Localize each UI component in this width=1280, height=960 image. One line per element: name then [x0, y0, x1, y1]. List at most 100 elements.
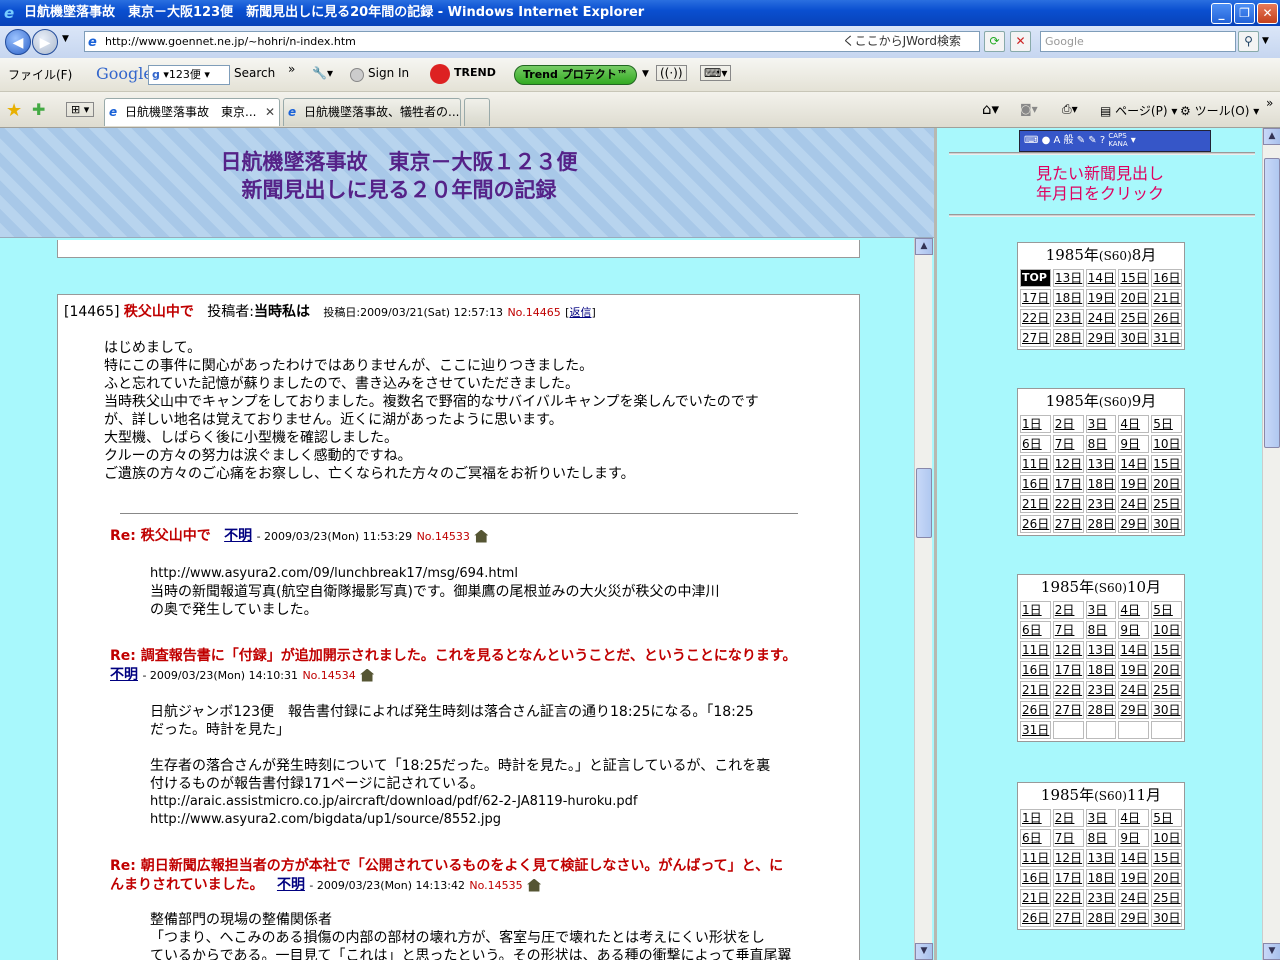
calendar-day-link[interactable]: 6日 [1020, 829, 1051, 847]
calendar-day-link[interactable]: 28日 [1085, 515, 1117, 533]
calendar-day-link[interactable]: 10日 [1151, 435, 1182, 453]
calendar-day-link[interactable]: 28日 [1085, 701, 1117, 719]
address-bar[interactable]: e http://www.goennet.ne.jp/~hohri/n-inde… [84, 31, 980, 52]
calendar-day-link[interactable]: 27日 [1052, 701, 1084, 719]
calendar-day-link[interactable]: 4日 [1118, 809, 1150, 827]
calendar-day-link[interactable]: 4日 [1118, 415, 1150, 433]
calendar-day-link[interactable]: 12日 [1052, 455, 1084, 473]
calendar-day-link[interactable]: 16日 [1020, 661, 1051, 679]
print-icon[interactable]: ⎙▾ [1062, 102, 1078, 117]
right-frame-scrollbar[interactable]: ▲ ▼ [1262, 128, 1280, 960]
calendar-day-link[interactable]: 15日 [1151, 849, 1182, 867]
calendar-day-link[interactable]: 23日 [1052, 309, 1084, 327]
trend-dropdown-icon[interactable]: ▼ [642, 69, 649, 79]
calendar-day-link[interactable]: 24日 [1118, 889, 1150, 907]
calendar-day-link[interactable]: 18日 [1052, 289, 1084, 307]
calendar-day-link[interactable]: 24日 [1085, 309, 1117, 327]
wrench-icon[interactable]: 🔧▾ [312, 66, 333, 80]
calendar-day-link[interactable]: 2日 [1052, 809, 1084, 827]
tools-menu[interactable]: ⚙ ツール(O) ▾ [1180, 102, 1259, 119]
calendar-day-link[interactable]: 5日 [1151, 601, 1182, 619]
keyboard-icon[interactable]: ⌨▾ [700, 65, 732, 81]
tab-close-icon[interactable]: ✕ [265, 99, 275, 125]
calendar-day-link[interactable]: 21日 [1151, 289, 1182, 307]
reply-link[interactable]: 返信 [569, 306, 591, 319]
calendar-day-link[interactable]: 15日 [1151, 641, 1182, 659]
search-input[interactable]: Google [1040, 31, 1236, 52]
calendar-day-link[interactable]: 25日 [1151, 495, 1182, 513]
reply-author-link[interactable]: 不明 [224, 528, 252, 544]
tab-active[interactable]: e 日航機墜落事故 東京... ✕ [104, 98, 280, 126]
calendar-day-link[interactable]: 12日 [1052, 641, 1084, 659]
calendar-day-link[interactable]: 19日 [1118, 869, 1150, 887]
calendar-day-link[interactable]: 14日 [1085, 269, 1117, 287]
calendar-day-link[interactable]: 21日 [1020, 681, 1051, 699]
calendar-day-link[interactable]: 26日 [1020, 515, 1051, 533]
calendar-day-link[interactable]: 22日 [1052, 889, 1084, 907]
calendar-day-link[interactable]: 29日 [1118, 515, 1150, 533]
calendar-day-link[interactable]: 26日 [1020, 909, 1051, 927]
google-search-button[interactable]: Search [234, 66, 275, 80]
calendar-day-link[interactable]: 8日 [1085, 435, 1117, 453]
calendar-day-link[interactable]: 16日 [1151, 269, 1182, 287]
calendar-day-link[interactable]: 16日 [1020, 475, 1051, 493]
scroll-thumb[interactable] [916, 468, 932, 538]
calendar-day-link[interactable]: 6日 [1020, 621, 1051, 639]
calendar-day-link[interactable]: 11日 [1020, 641, 1051, 659]
calendar-day-link[interactable]: 14日 [1118, 455, 1150, 473]
search-icon[interactable]: ⚲ [1238, 31, 1259, 52]
calendar-day-link[interactable]: 30日 [1151, 701, 1182, 719]
refresh-icon[interactable]: ⟳ [984, 31, 1005, 52]
calendar-day-link[interactable]: 8日 [1085, 621, 1117, 639]
jword-search-label[interactable]: くここからJWord検索 [843, 32, 961, 51]
calendar-day-link[interactable]: 7日 [1052, 621, 1084, 639]
calendar-day-link[interactable]: 20日 [1118, 289, 1150, 307]
scroll-down-arrow-icon[interactable]: ▼ [1263, 943, 1280, 960]
reply-author-link[interactable]: 不明 [110, 667, 138, 683]
scroll-down-arrow-icon[interactable]: ▼ [915, 943, 933, 960]
calendar-day-link[interactable]: 21日 [1020, 889, 1051, 907]
calendar-day-link[interactable]: 18日 [1085, 661, 1117, 679]
calendar-day-link[interactable]: 5日 [1151, 415, 1182, 433]
calendar-day-link[interactable]: 30日 [1151, 515, 1182, 533]
calendar-day-link[interactable]: 22日 [1052, 681, 1084, 699]
calendar-day-link[interactable]: 13日 [1085, 849, 1117, 867]
calendar-day-link[interactable]: 21日 [1020, 495, 1051, 513]
calendar-day-link[interactable]: 29日 [1085, 329, 1117, 347]
calendar-day-link[interactable]: 19日 [1118, 661, 1150, 679]
calendar-day-link[interactable]: 17日 [1020, 289, 1051, 307]
home-link-icon[interactable] [360, 668, 375, 682]
calendar-day-link[interactable]: 7日 [1052, 829, 1084, 847]
calendar-day-link[interactable]: 24日 [1118, 495, 1150, 513]
calendar-day-link[interactable]: 6日 [1020, 435, 1051, 453]
forward-button[interactable]: ▶ [32, 29, 58, 55]
calendar-day-link[interactable]: 10日 [1151, 829, 1182, 847]
calendar-day-link[interactable]: 9日 [1118, 435, 1150, 453]
calendar-day-link[interactable]: 24日 [1118, 681, 1150, 699]
calendar-day-link[interactable]: 16日 [1020, 869, 1051, 887]
calendar-day-link[interactable]: 20日 [1151, 475, 1182, 493]
calendar-day-link[interactable]: 25日 [1118, 309, 1150, 327]
calendar-day-link[interactable]: 1日 [1020, 415, 1051, 433]
calendar-day-link[interactable]: 18日 [1085, 869, 1117, 887]
trend-protect-button[interactable]: Trend プロテクト™ [514, 65, 637, 85]
calendar-day-link[interactable]: 15日 [1151, 455, 1182, 473]
calendar-day-link[interactable]: 13日 [1052, 269, 1084, 287]
calendar-day-link[interactable]: 26日 [1020, 701, 1051, 719]
calendar-day-link[interactable]: 28日 [1052, 329, 1084, 347]
language-bar[interactable]: ⌨ ● A 般 ✎ ✎ ? CAPS KANA ▾ [1019, 130, 1211, 152]
home-link-icon[interactable] [474, 529, 489, 543]
left-frame-scrollbar[interactable]: ▲ ▼ [914, 238, 933, 960]
calendar-day-link[interactable]: 2日 [1052, 415, 1084, 433]
calendar-day-link[interactable]: 5日 [1151, 809, 1182, 827]
calendar-day-link[interactable]: 3日 [1085, 601, 1117, 619]
calendar-day-link[interactable]: 9日 [1118, 829, 1150, 847]
calendar-day-link[interactable]: 25日 [1151, 889, 1182, 907]
signin-button[interactable]: Sign In [368, 66, 409, 80]
calendar-day-link[interactable]: 10日 [1151, 621, 1182, 639]
calendar-day-link[interactable]: 3日 [1085, 415, 1117, 433]
add-favorites-icon[interactable]: ✚ [32, 100, 45, 119]
minimize-button[interactable]: _ [1211, 3, 1232, 24]
calendar-day-link[interactable]: 18日 [1085, 475, 1117, 493]
feed-icon[interactable]: ((·)) [656, 65, 687, 81]
